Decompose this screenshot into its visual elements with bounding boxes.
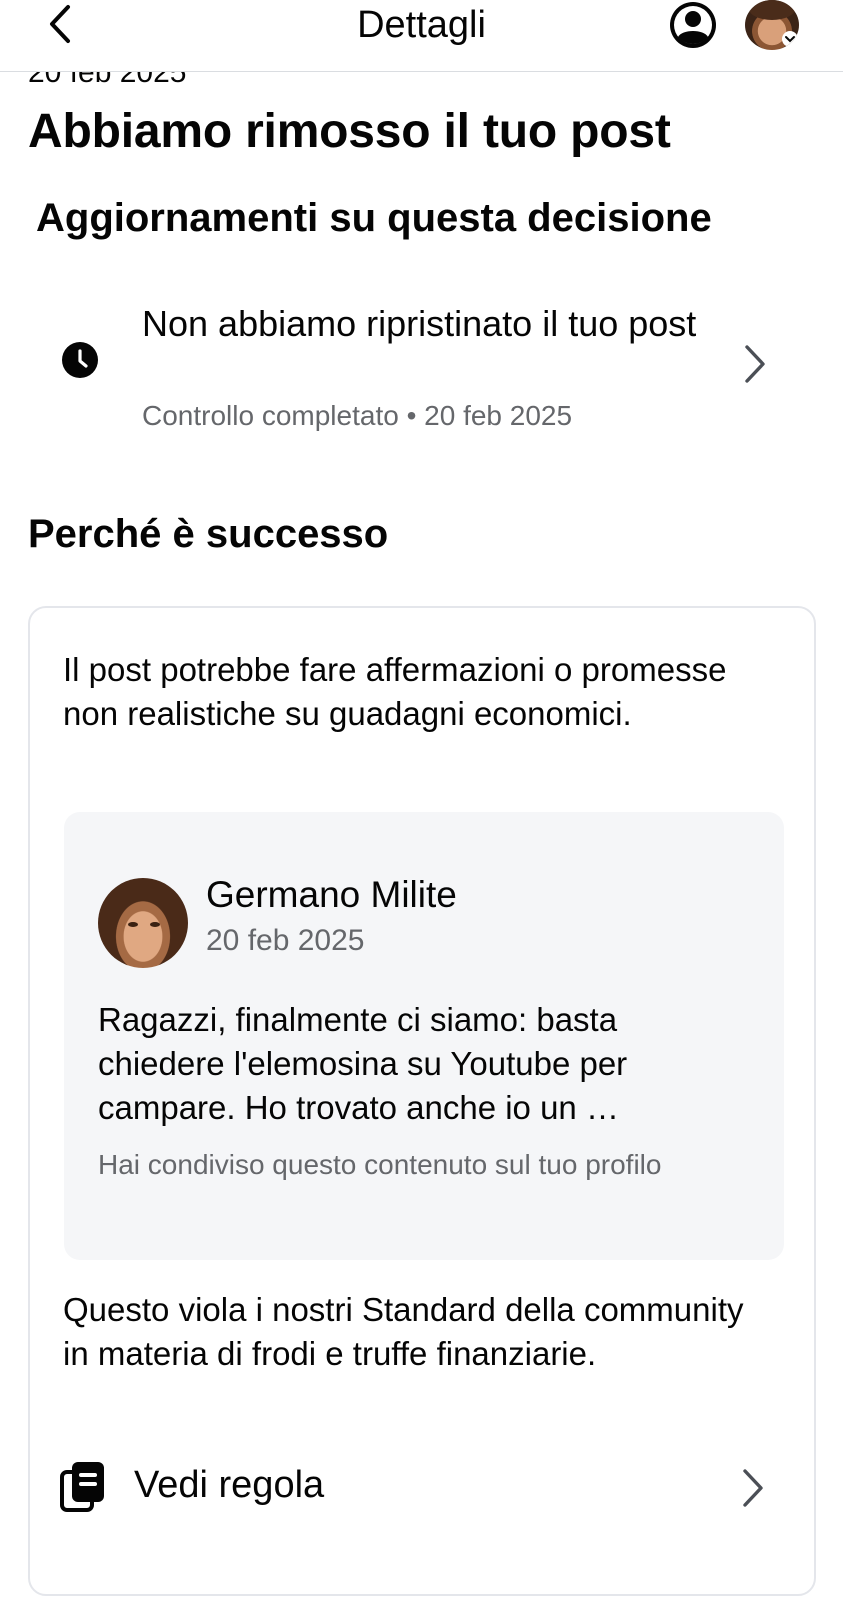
avatar-eye	[150, 922, 160, 927]
profile-button[interactable]	[666, 0, 720, 54]
avatar-hair	[749, 0, 795, 20]
decision-update-item[interactable]: Non abbiamo ripristinato il tuo post Con…	[0, 292, 843, 442]
clock-icon	[62, 342, 98, 378]
book-icon	[60, 1462, 104, 1512]
reason-card: Il post potrebbe fare affermazioni o pro…	[28, 606, 816, 1596]
updates-heading: Aggiornamenti su questa decisione	[36, 196, 712, 240]
why-heading: Perché è successo	[28, 512, 389, 556]
share-note: Hai condiviso questo contenuto sul tuo p…	[98, 1149, 662, 1180]
details-screen: Dettagli 20 feb 2025 Abbiamo rimosso il …	[0, 0, 843, 1600]
violation-text: Questo viola i nostri Standard della com…	[63, 1291, 744, 1372]
view-rule-label: Vedi regola	[134, 1464, 325, 1506]
avatar-eye	[128, 922, 138, 927]
post-date: 20 feb 2025	[206, 924, 365, 957]
removed-post-preview[interactable]: Germano Milite 20 feb 2025 Ragazzi, fina…	[64, 812, 784, 1260]
chevron-down-icon	[785, 36, 795, 43]
post-text: Ragazzi, finalmente ci siamo: basta chie…	[98, 1001, 628, 1126]
update-status: Controllo completato • 20 feb 2025	[142, 400, 573, 431]
post-author: Germano Milite	[206, 874, 457, 915]
reason-text: Il post potrebbe fare affermazioni o pro…	[63, 651, 727, 732]
main-title: Abbiamo rimosso il tuo post	[28, 105, 671, 158]
top-bar: Dettagli	[0, 0, 843, 72]
chevron-right-icon	[745, 345, 765, 383]
update-headline: Non abbiamo ripristinato il tuo post	[142, 303, 697, 344]
user-circle-icon	[670, 2, 716, 48]
view-rule-button[interactable]: Vedi regola	[30, 1444, 814, 1534]
chevron-right-icon	[743, 1469, 763, 1507]
account-avatar-menu[interactable]	[745, 0, 799, 50]
avatar-chevron	[782, 31, 798, 47]
avatar	[98, 878, 188, 968]
